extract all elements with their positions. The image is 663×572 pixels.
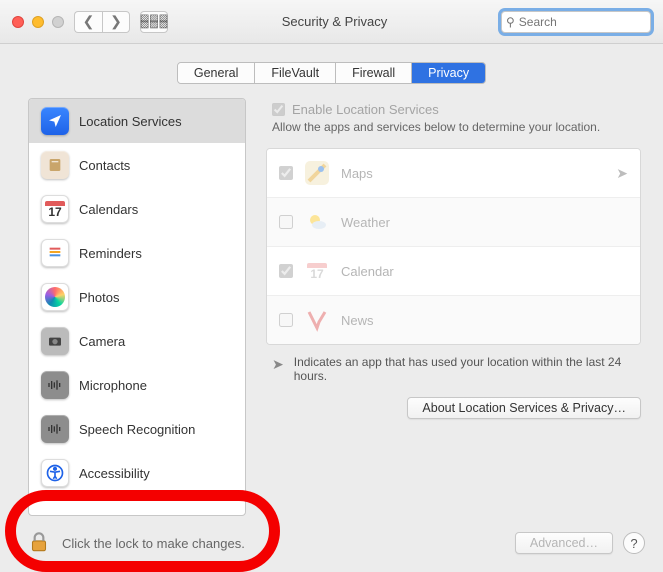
camera-icon xyxy=(41,327,69,355)
app-name: Maps xyxy=(341,166,606,181)
sidebar-item-reminders[interactable]: Reminders xyxy=(29,231,245,275)
show-all-button[interactable]: ▨▨▨▨▨▨ xyxy=(140,11,168,33)
app-name: Calendar xyxy=(341,264,628,279)
privacy-sidebar[interactable]: Location Services Contacts 17 Calendars … xyxy=(28,98,246,516)
sidebar-item-microphone[interactable]: Microphone xyxy=(29,363,245,407)
accessibility-icon xyxy=(41,459,69,487)
app-list[interactable]: Maps ➤ Weather 17 Calendar xyxy=(266,148,641,345)
minimize-window-button[interactable] xyxy=(32,16,44,28)
help-button[interactable]: ? xyxy=(623,532,645,554)
sidebar-item-label: Contacts xyxy=(79,158,130,173)
weather-icon xyxy=(303,208,331,236)
footer: Click the lock to make changes. Advanced… xyxy=(0,522,663,572)
enable-location-services-label: Enable Location Services xyxy=(292,102,439,117)
sidebar-item-photos[interactable]: Photos xyxy=(29,275,245,319)
app-row-news[interactable]: News xyxy=(267,296,640,344)
sidebar-item-accessibility[interactable]: Accessibility xyxy=(29,451,245,495)
location-indicator-note: ➤ Indicates an app that has used your lo… xyxy=(266,345,641,387)
back-button[interactable]: ❮ xyxy=(74,11,102,33)
indicator-text: Indicates an app that has used your loca… xyxy=(294,355,635,383)
sidebar-item-label: Speech Recognition xyxy=(79,422,195,437)
enable-location-services-input[interactable] xyxy=(272,103,285,116)
traffic-lights xyxy=(12,16,64,28)
about-button-row: About Location Services & Privacy… xyxy=(266,387,641,423)
sidebar-item-calendars[interactable]: 17 Calendars xyxy=(29,187,245,231)
panel-description: Allow the apps and services below to det… xyxy=(272,120,637,134)
titlebar: ❮ ❯ ▨▨▨▨▨▨ Security & Privacy ⚲ xyxy=(0,0,663,44)
location-services-icon xyxy=(41,107,69,135)
app-checkbox[interactable] xyxy=(279,313,293,327)
maps-icon xyxy=(303,159,331,187)
sidebar-item-label: Reminders xyxy=(79,246,142,261)
app-row-calendar[interactable]: 17 Calendar xyxy=(267,247,640,296)
sidebar-item-label: Photos xyxy=(79,290,119,305)
search-field[interactable]: ⚲ xyxy=(501,11,651,33)
sidebar-item-label: Location Services xyxy=(79,114,182,129)
contacts-icon xyxy=(41,151,69,179)
app-checkbox[interactable] xyxy=(279,215,293,229)
sidebar-item-label: Calendars xyxy=(79,202,138,217)
lock-text: Click the lock to make changes. xyxy=(62,536,245,551)
tab-general[interactable]: General xyxy=(178,63,255,83)
zoom-window-button[interactable] xyxy=(52,16,64,28)
sidebar-item-speech-recognition[interactable]: Speech Recognition xyxy=(29,407,245,451)
footer-right: Advanced… ? xyxy=(515,532,645,554)
sidebar-item-label: Accessibility xyxy=(79,466,150,481)
tab-firewall[interactable]: Firewall xyxy=(336,63,412,83)
microphone-icon xyxy=(41,371,69,399)
location-services-panel: Enable Location Services Allow the apps … xyxy=(266,98,641,516)
nav-buttons: ❮ ❯ xyxy=(74,11,130,33)
news-icon xyxy=(303,306,331,334)
search-input[interactable] xyxy=(519,15,646,29)
panel-header: Enable Location Services Allow the apps … xyxy=(266,98,641,140)
grid-icon: ▨▨▨▨▨▨ xyxy=(140,16,168,28)
sidebar-item-camera[interactable]: Camera xyxy=(29,319,245,363)
photos-icon xyxy=(41,283,69,311)
window: ❮ ❯ ▨▨▨▨▨▨ Security & Privacy ⚲ General … xyxy=(0,0,663,572)
reminders-icon xyxy=(41,239,69,267)
app-name: News xyxy=(341,313,628,328)
speech-recognition-icon xyxy=(41,415,69,443)
app-row-maps[interactable]: Maps ➤ xyxy=(267,149,640,198)
app-row-weather[interactable]: Weather xyxy=(267,198,640,247)
app-checkbox[interactable] xyxy=(279,264,293,278)
enable-location-services-checkbox[interactable]: Enable Location Services xyxy=(272,102,637,117)
window-title: Security & Privacy xyxy=(178,14,491,29)
tab-privacy[interactable]: Privacy xyxy=(412,63,485,83)
advanced-button[interactable]: Advanced… xyxy=(515,532,613,554)
lock-area[interactable]: Click the lock to make changes. xyxy=(26,529,245,558)
close-window-button[interactable] xyxy=(12,16,24,28)
content: Location Services Contacts 17 Calendars … xyxy=(0,84,663,522)
about-location-services-button[interactable]: About Location Services & Privacy… xyxy=(407,397,641,419)
search-icon: ⚲ xyxy=(506,15,515,29)
tab-filevault[interactable]: FileVault xyxy=(255,63,336,83)
calendar-icon: 17 xyxy=(303,257,331,285)
lock-icon[interactable] xyxy=(26,529,52,558)
app-checkbox[interactable] xyxy=(279,166,293,180)
tab-bar: General FileVault Firewall Privacy xyxy=(0,44,663,84)
sidebar-item-label: Microphone xyxy=(79,378,147,393)
forward-button[interactable]: ❯ xyxy=(102,11,130,33)
location-arrow-icon: ➤ xyxy=(272,355,284,373)
calendars-icon: 17 xyxy=(41,195,69,223)
sidebar-item-location-services[interactable]: Location Services xyxy=(29,99,245,143)
sidebar-item-contacts[interactable]: Contacts xyxy=(29,143,245,187)
app-name: Weather xyxy=(341,215,628,230)
tab-segment: General FileVault Firewall Privacy xyxy=(177,62,486,84)
sidebar-item-label: Camera xyxy=(79,334,125,349)
recent-location-icon: ➤ xyxy=(616,165,628,182)
